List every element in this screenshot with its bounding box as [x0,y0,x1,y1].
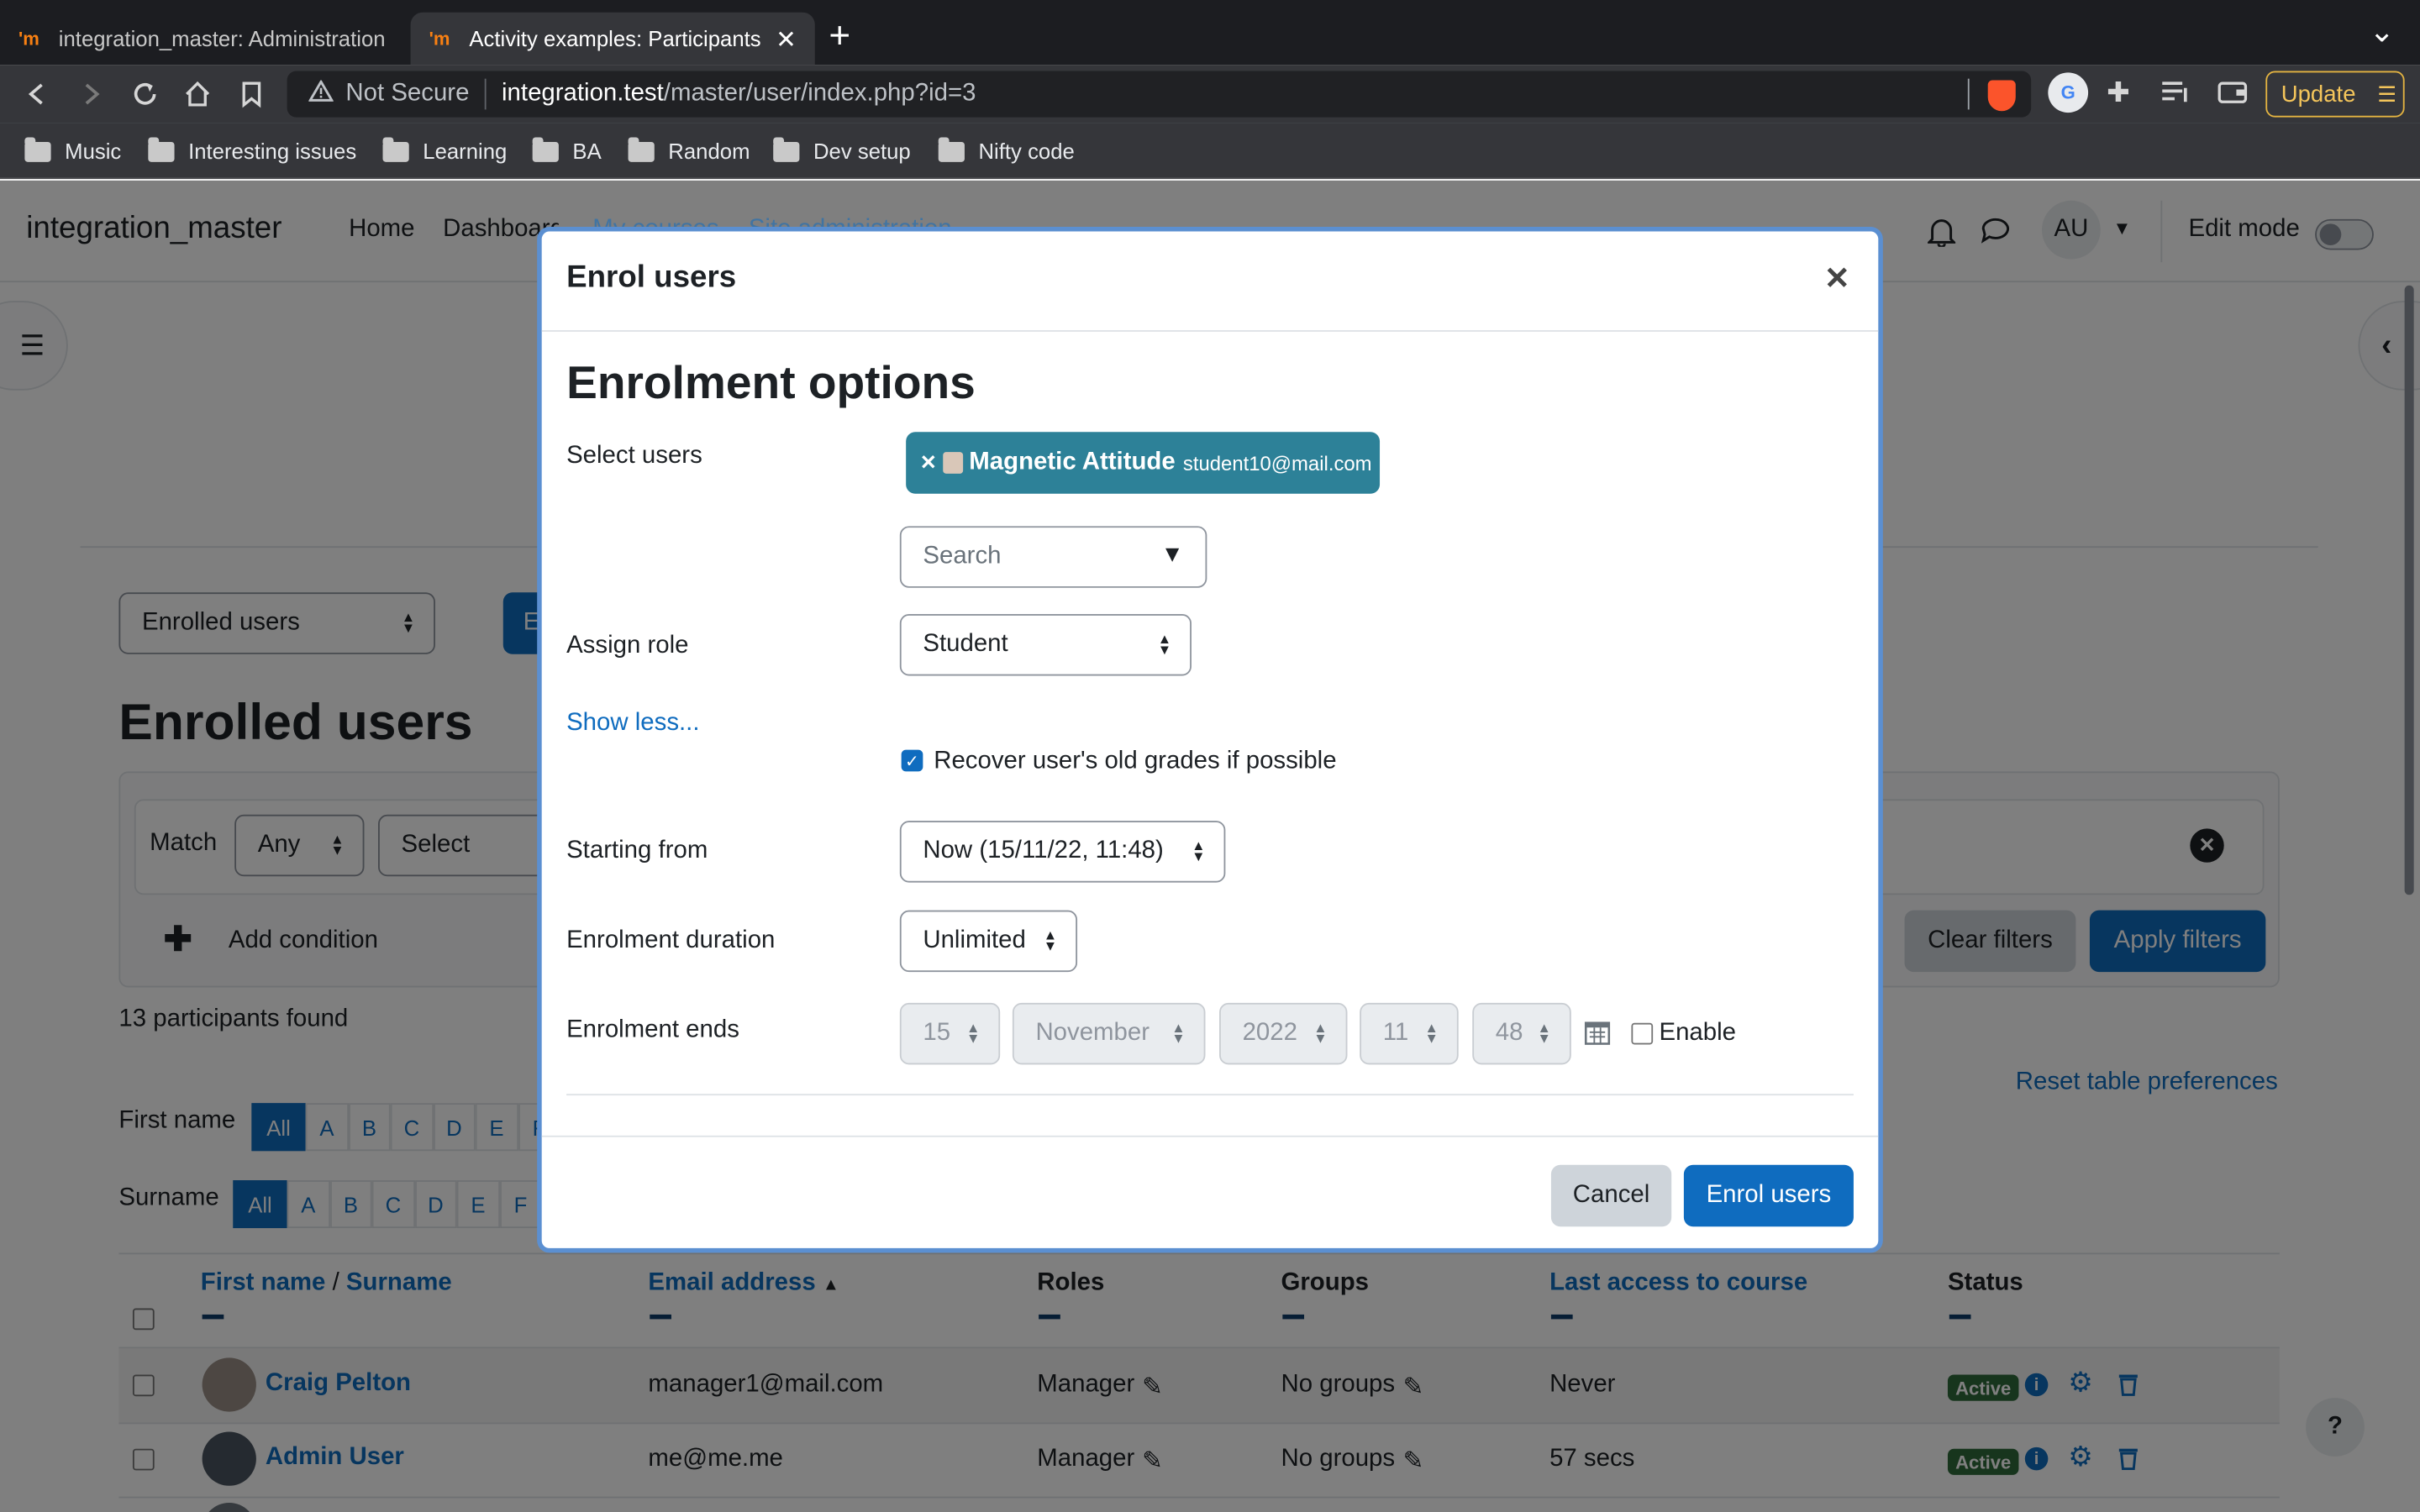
starting-from-label: Starting from [566,837,708,864]
remove-user-icon[interactable]: ✕ [920,450,937,475]
moodle-favicon-icon: 'm [429,28,450,50]
update-button[interactable]: Update ☰ [2265,71,2405,118]
close-icon[interactable]: ✕ [1824,260,1850,298]
select-arrows-icon: ▲▼ [1313,1020,1328,1047]
reload-icon[interactable] [128,77,161,111]
url-path: /master/user/index.php?id=3 [663,80,976,107]
back-icon[interactable] [20,77,54,111]
bookmark-icon[interactable] [234,77,268,111]
select-arrows-icon: ▲▼ [1192,837,1206,864]
select-arrows-icon: ▲▼ [1171,1020,1186,1047]
selected-user-email: student10@mail.com [1182,451,1372,475]
tab-close-icon[interactable]: ✕ [776,24,797,55]
select-arrows-icon: ▲▼ [1537,1020,1551,1047]
wallet-icon[interactable] [2217,81,2249,113]
recover-grades-checkbox[interactable]: ✓ [901,749,923,772]
select-arrows-icon: ▲▼ [1043,927,1058,954]
browser-tab-participants[interactable]: 'm Activity examples: Participants ✕ [410,12,815,66]
bookmark-folder[interactable]: Random [628,136,750,167]
assign-role-select[interactable]: Student ▲ ▼ [899,614,1192,676]
enable-end-date-checkbox[interactable] [1631,1022,1654,1045]
url-host: integration.test [502,80,664,107]
bookmarks-bar [0,123,2420,180]
new-tab-button[interactable]: + [829,15,850,58]
translate-extension-icon[interactable]: G [2048,72,2089,113]
calendar-icon[interactable] [1583,1018,1611,1053]
bookmark-folder[interactable]: Interesting issues [148,136,356,167]
folder-icon [24,136,51,161]
moodle-favicon-icon: 'm [18,28,39,50]
cancel-button[interactable]: Cancel [1550,1164,1672,1227]
extensions-puzzle-icon[interactable]: ✚ [2107,77,2130,110]
section-heading: Enrolment options [566,358,976,409]
bookmark-folder[interactable]: BA [532,136,602,167]
forward-icon[interactable] [74,77,108,111]
address-bar[interactable]: Not Secure integration.test /master/user… [287,71,2032,118]
enrolment-ends-label: Enrolment ends [566,1016,739,1043]
dropdown-triangle-icon[interactable]: ▼ [1160,542,1183,568]
menu-icon: ☰ [2377,81,2397,106]
ends-month-select[interactable]: November ▲ ▼ [1012,1002,1206,1065]
warning-icon [308,78,334,109]
bookmark-folder[interactable]: Music [24,136,121,167]
select-arrows-icon: ▲▼ [1424,1020,1439,1047]
enable-label: Enable [1659,1020,1737,1047]
folder-icon [628,136,655,161]
security-label: Not Secure [345,80,470,107]
playlist-icon[interactable] [2160,81,2191,113]
tab-title: integration_master: Administration [58,26,386,51]
ends-day-select[interactable]: 15 ▲ ▼ [899,1002,1001,1065]
selected-user-chip[interactable]: ✕ Magnetic Attitude student10@mail.com [906,432,1381,494]
update-label: Update [2281,81,2356,108]
select-arrows-icon: ▲▼ [965,1020,981,1047]
enrolment-duration-label: Enrolment duration [566,927,776,954]
browser-tab-administration[interactable]: 'm integration_master: Administration [0,13,404,65]
tab-title: Activity examples: Participants [469,26,761,51]
folder-icon [773,136,800,161]
assign-role-label: Assign role [566,633,689,659]
brave-shield-icon[interactable] [1987,80,2016,112]
folder-icon [148,136,175,161]
enrol-users-submit-button[interactable]: Enrol users [1683,1164,1854,1227]
enrolment-duration-select[interactable]: Unlimited ▲ ▼ [899,910,1078,973]
user-picture-icon [943,452,963,474]
search-users-input[interactable]: Search ▼ [899,526,1207,588]
starting-from-select[interactable]: Now (15/11/22, 11:48) ▲ ▼ [899,821,1226,883]
bookmark-folder[interactable]: Dev setup [773,136,911,167]
selected-user-name: Magnetic Attitude [969,449,1176,475]
bookmark-folder[interactable]: Nifty code [938,136,1075,167]
recover-grades-label: Recover user's old grades if possible [934,748,1337,775]
tab-search-chevron-icon[interactable]: ⌄ [2369,13,2395,51]
select-users-label: Select users [566,443,702,470]
folder-icon [532,136,559,161]
folder-icon [938,136,965,161]
bookmark-folder[interactable]: Learning [382,136,507,167]
show-less-link[interactable]: Show less... [566,710,699,738]
ends-minute-select[interactable]: 48 ▲ ▼ [1472,1002,1571,1065]
ends-year-select[interactable]: 2022 ▲ ▼ [1219,1002,1348,1065]
select-arrows-icon: ▲▼ [1157,631,1172,658]
ends-hour-select[interactable]: 11 ▲ ▼ [1360,1002,1459,1065]
home-icon[interactable] [181,77,214,111]
modal-title: Enrol users [566,260,737,295]
folder-icon [382,136,409,161]
